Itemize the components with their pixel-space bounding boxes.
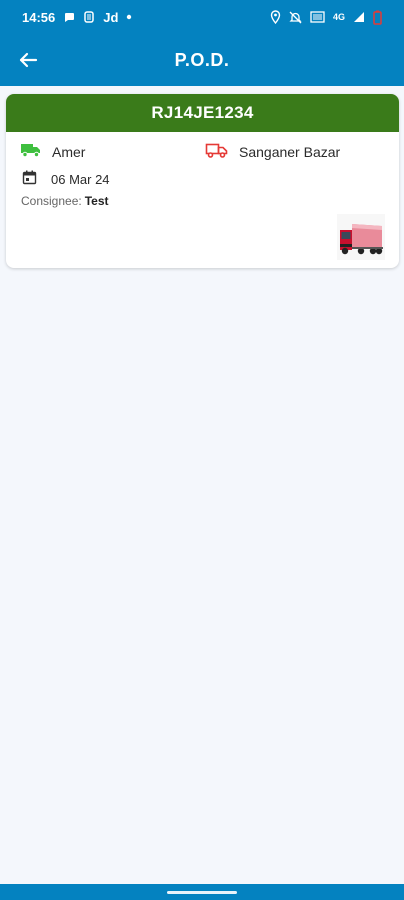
status-left: 14:56 Jd [22, 10, 132, 25]
pod-card[interactable]: RJ14JE1234 Amer Sanganer Bazar 06 Mar 24… [6, 94, 399, 268]
data-saver-icon [310, 11, 325, 23]
location-icon [270, 10, 281, 24]
truck-photo-icon[interactable] [337, 214, 385, 260]
navigation-bar [0, 884, 404, 900]
app-notification-icon [83, 11, 95, 23]
vehicle-number-header: RJ14JE1234 [6, 94, 399, 132]
green-truck-icon [20, 142, 42, 161]
consignee-value: Test [84, 194, 109, 208]
status-bar: 14:56 Jd 4G [0, 0, 404, 34]
carrier-label: Jd [103, 9, 119, 25]
date-row: 06 Mar 24 [22, 170, 110, 188]
dot-icon [126, 14, 132, 20]
vehicle-number: RJ14JE1234 [151, 103, 254, 122]
gesture-handle[interactable] [167, 890, 237, 894]
destination-location: Sanganer Bazar [239, 144, 341, 160]
chat-bubble-icon [63, 11, 75, 23]
consignee-label: Consignee: [21, 194, 82, 208]
destination-row: Sanganer Bazar [205, 142, 340, 162]
network-4g-icon: 4G [333, 12, 345, 22]
status-time: 14:56 [22, 9, 56, 25]
back-button[interactable] [14, 46, 42, 74]
consignee-row: Consignee: Test [21, 194, 109, 208]
network-label: 4G [332, 12, 345, 22]
pod-date: 06 Mar 24 [51, 171, 110, 187]
calendar-icon [22, 170, 37, 188]
battery-icon [373, 10, 382, 25]
arrow-left-icon [19, 52, 38, 68]
origin-location: Amer [52, 143, 86, 160]
red-truck-icon [205, 142, 229, 162]
origin-row: Amer [20, 142, 85, 161]
app-bar: P.O.D. [0, 34, 404, 86]
page-title: P.O.D. [174, 49, 230, 70]
status-right: 4G [270, 10, 382, 25]
signal-icon [353, 11, 365, 23]
mute-icon [289, 11, 302, 24]
